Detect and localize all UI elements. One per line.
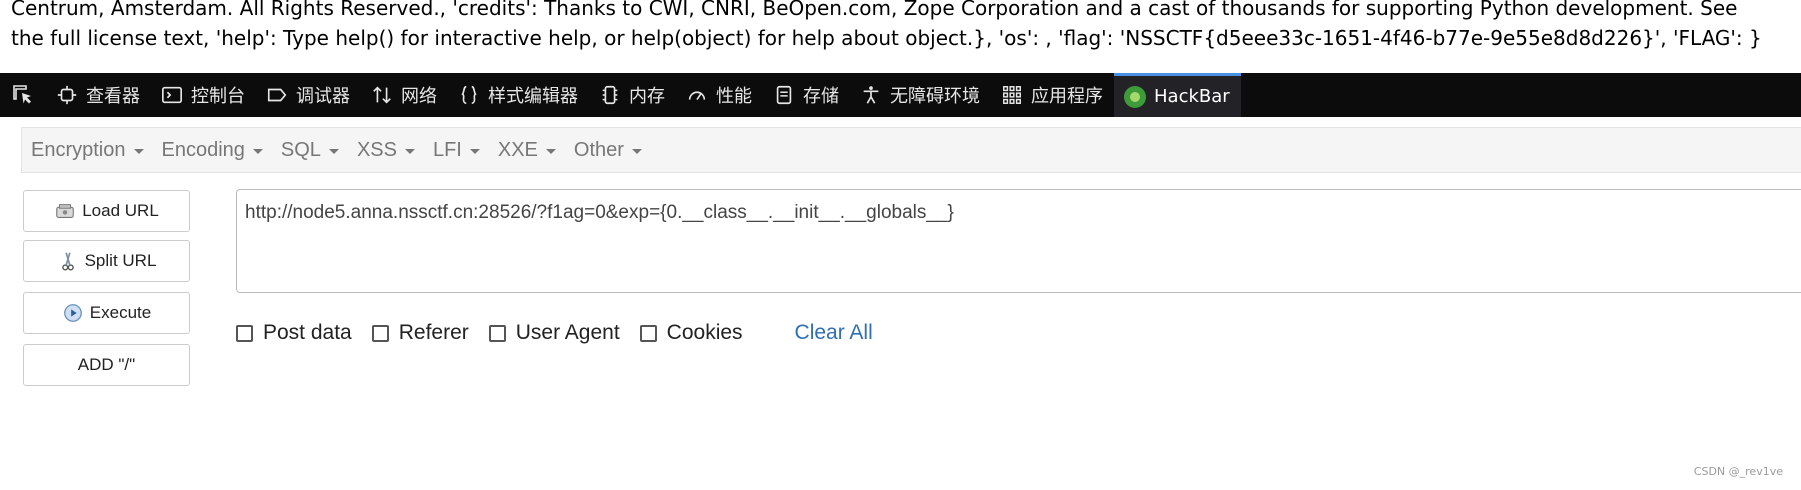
caret-down-icon	[404, 148, 415, 154]
menu-xss[interactable]: XSS	[348, 139, 424, 162]
debugger-icon	[267, 88, 287, 102]
load-url-label: Load URL	[82, 201, 159, 220]
menu-sql[interactable]: SQL	[272, 139, 348, 162]
user-agent-checkbox[interactable]	[488, 324, 506, 342]
option-label: Post data	[263, 321, 352, 344]
referer-checkbox[interactable]	[371, 324, 389, 342]
load-url-icon	[56, 204, 75, 218]
tab-label: 内存	[629, 86, 665, 107]
devtools-toolbar: 查看器 控制台 调试器 网络 样式编辑器 内存 性能 存储 无障碍环境 应用程序…	[0, 73, 1801, 117]
tab-memory[interactable]: 内存	[589, 73, 676, 117]
tab-label: 查看器	[86, 86, 140, 107]
tab-label: 存储	[803, 86, 839, 107]
menu-lfi[interactable]: LFI	[424, 139, 489, 162]
menu-label: Encoding	[161, 138, 245, 161]
menu-encryption[interactable]: Encryption	[22, 139, 153, 162]
tab-network[interactable]: 网络	[361, 73, 448, 117]
post-data-option[interactable]: Post data	[236, 321, 352, 345]
tab-label: 无障碍环境	[890, 86, 980, 107]
tab-label: 性能	[716, 86, 752, 107]
style-editor-icon	[461, 85, 477, 105]
hackbar-panel: Encryption Encoding SQL XSS LFI XXE Othe…	[0, 117, 1801, 490]
referer-option[interactable]: Referer	[371, 321, 469, 345]
execute-label: Execute	[89, 303, 152, 322]
watermark: CSDN @_rev1ve	[1693, 465, 1783, 478]
caret-down-icon	[252, 148, 263, 154]
tab-label: 应用程序	[1031, 86, 1103, 107]
menu-other[interactable]: Other	[565, 139, 651, 162]
hackbar-menubar: Encryption Encoding SQL XSS LFI XXE Othe…	[21, 127, 1801, 173]
caret-down-icon	[631, 148, 642, 154]
response-line-2: the full license text, 'help': Type help…	[11, 26, 1762, 50]
caret-down-icon	[328, 148, 339, 154]
tab-inspector[interactable]: 查看器	[46, 73, 151, 117]
memory-icon	[602, 85, 618, 105]
accessibility-icon	[863, 86, 879, 104]
network-icon	[373, 86, 391, 104]
inspector-icon	[57, 85, 77, 105]
cookies-option[interactable]: Cookies	[639, 321, 743, 345]
tab-label: 调试器	[296, 86, 350, 107]
menu-label: LFI	[432, 138, 462, 161]
tab-application[interactable]: 应用程序	[991, 73, 1114, 117]
tab-label: 样式编辑器	[488, 86, 578, 107]
tab-style-editor[interactable]: 样式编辑器	[448, 73, 589, 117]
caret-down-icon	[133, 148, 144, 154]
post-data-checkbox[interactable]	[236, 324, 253, 342]
application-icon	[1003, 86, 1021, 104]
tab-console[interactable]: 控制台	[151, 73, 256, 117]
add-slash-button[interactable]: ADD "/"	[23, 344, 190, 386]
menu-encoding[interactable]: Encoding	[153, 139, 272, 162]
hackbar-logo-icon	[1124, 85, 1146, 108]
menu-label: Other	[573, 138, 624, 161]
caret-down-icon	[545, 148, 556, 154]
option-label: Cookies	[666, 321, 743, 344]
tab-label: 网络	[401, 86, 437, 107]
url-value: http://node5.anna.nssctf.cn:28526/?f1ag=…	[245, 202, 954, 223]
performance-icon	[688, 91, 706, 101]
clear-all-link[interactable]: Clear All	[795, 321, 873, 345]
menu-xxe[interactable]: XXE	[489, 139, 565, 162]
split-url-label: Split URL	[84, 251, 157, 270]
cookies-checkbox[interactable]	[639, 324, 657, 342]
user-agent-option[interactable]: User Agent	[488, 321, 620, 345]
menu-label: SQL	[280, 138, 321, 161]
option-label: User Agent	[515, 321, 620, 344]
tab-performance[interactable]: 性能	[676, 73, 763, 117]
tab-accessibility[interactable]: 无障碍环境	[850, 73, 991, 117]
element-picker-button[interactable]	[0, 73, 46, 117]
tab-hackbar[interactable]: HackBar	[1114, 73, 1241, 117]
scissors-icon	[61, 252, 74, 271]
menu-label: XSS	[356, 138, 397, 161]
option-label: Referer	[398, 321, 469, 344]
tab-debugger[interactable]: 调试器	[256, 73, 361, 117]
menu-label: XXE	[497, 138, 538, 161]
storage-icon	[776, 85, 792, 105]
tab-label: HackBar	[1154, 86, 1230, 107]
response-line-1: Centrum, Amsterdam. All Rights Reserved.…	[11, 0, 1738, 20]
play-icon	[63, 304, 82, 322]
add-slash-label: ADD "/"	[77, 355, 136, 374]
url-textarea[interactable]: http://node5.anna.nssctf.cn:28526/?f1ag=…	[236, 189, 1801, 293]
tab-label: 控制台	[191, 86, 245, 107]
request-options: Post data Referer User Agent Cookies Cle…	[236, 321, 873, 345]
page-response-text: Centrum, Amsterdam. All Rights Reserved.…	[0, 0, 1801, 73]
element-picker-icon	[13, 85, 31, 104]
split-url-button[interactable]: Split URL	[23, 240, 190, 282]
execute-button[interactable]: Execute	[23, 292, 190, 334]
load-url-button[interactable]: Load URL	[23, 190, 190, 232]
tab-storage[interactable]: 存储	[763, 73, 850, 117]
caret-down-icon	[469, 148, 480, 154]
menu-label: Encryption	[31, 138, 126, 161]
console-icon	[162, 86, 182, 104]
